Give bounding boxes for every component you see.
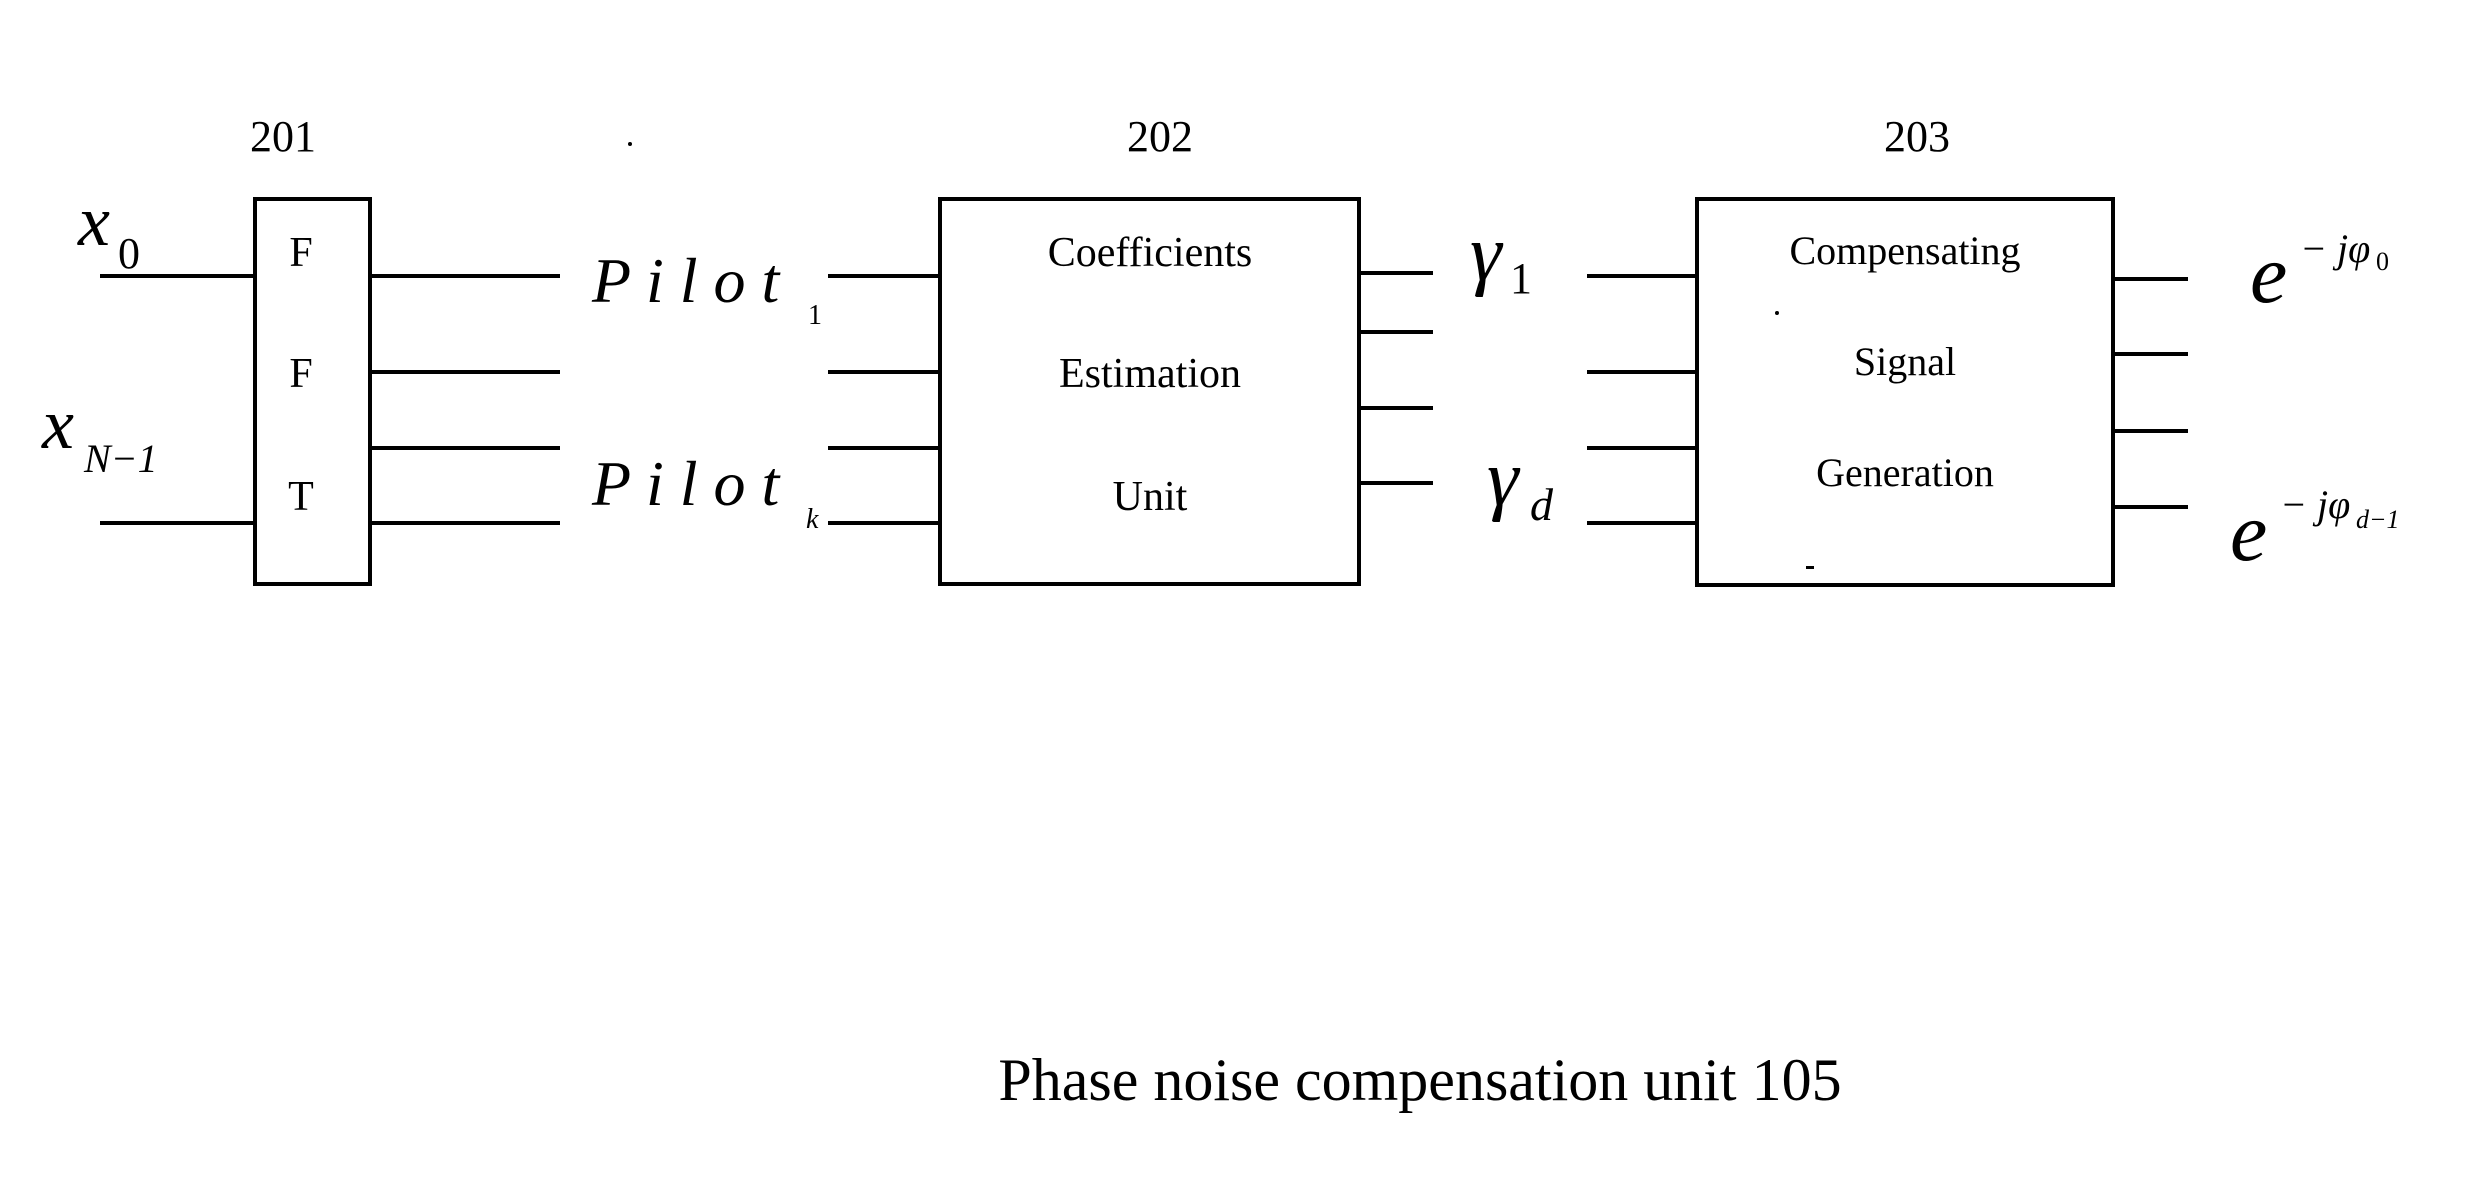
coef-block-label-line-2: Estimation [1059,351,1241,397]
pilot-label-k-sub: k [806,504,819,535]
gamma-label-1-base: γ [1470,210,1504,298]
pilot-label-k-base: P i l o t [591,448,782,519]
fft-block-label-line-3: T [288,474,314,520]
pilot-label-1-sub: 1 [808,300,822,331]
output-label-phi0-base: e [2250,228,2287,321]
pilot-label-1-base: P i l o t [591,245,782,316]
coef-block-label-line-3: Unit [1113,474,1188,520]
block-202-number: 202 [1127,112,1193,161]
output-label-phi-d-1-sup-sub: d−1 [2356,505,2400,534]
stray-dot [628,142,632,146]
output-label-phi0: e − jφ 0 [2250,226,2389,321]
phase-noise-compensation-diagram: 201 202 203 F F T x 0 x N−1 P i l o t 1 … [41,112,2400,1113]
input-label-x0-sub: 0 [118,229,140,278]
block-201-number: 201 [250,112,316,161]
input-label-x0: x 0 [77,181,140,278]
coef-block-label-line-1: Coefficients [1048,230,1253,276]
input-label-xN-1: x N−1 [41,384,158,481]
gamma-label-d: γ d [1487,435,1554,530]
stray-mark [1806,566,1814,569]
input-label-xN-1-sub: N−1 [83,436,158,481]
comp-block-label-line-2: Signal [1854,339,1956,384]
output-label-phi-d-1: e − jφ d−1 [2230,482,2400,579]
gamma-label-1: γ 1 [1470,210,1532,303]
stray-dot-2 [1775,311,1779,315]
gamma-label-d-base: γ [1487,435,1521,523]
output-label-phi-d-1-base: e [2230,486,2267,579]
comp-block-label-line-3: Generation [1816,450,1994,495]
pilot-label-k: P i l o t k [591,448,819,535]
output-label-phi0-sup: − jφ [2300,226,2370,271]
diagram-caption: Phase noise compensation unit 105 [998,1047,1841,1113]
output-label-phi-d-1-sup: − jφ [2280,482,2350,527]
gamma-label-d-sub: d [1530,479,1554,530]
gamma-label-1-sub: 1 [1510,254,1532,303]
input-label-x0-base: x [77,181,110,261]
pilot-label-1: P i l o t 1 [591,245,822,331]
block-203-number: 203 [1884,112,1950,161]
fft-block-label-line-1: F [289,230,312,276]
fft-block-label-line-2: F [289,351,312,397]
comp-block-label-line-1: Compensating [1789,228,2020,273]
input-label-xN-1-base: x [41,384,74,464]
output-label-phi0-sup-sub: 0 [2376,247,2389,276]
